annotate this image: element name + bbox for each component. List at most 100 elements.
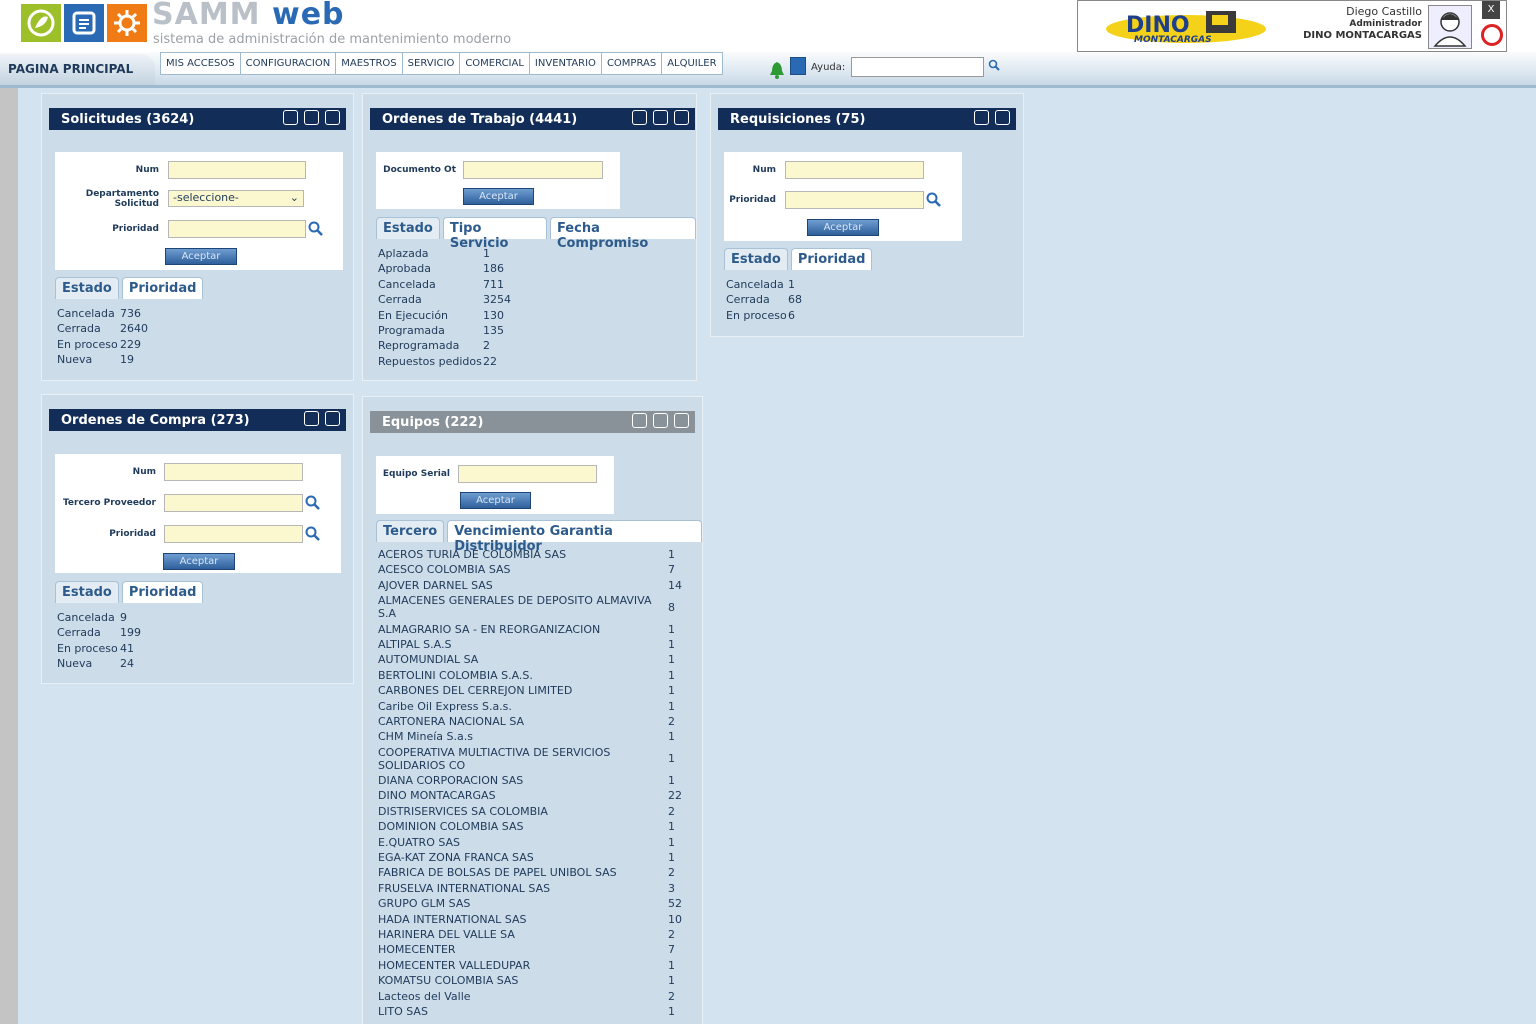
search-icon[interactable] [988, 59, 1000, 74]
equipo-serial-field[interactable] [458, 465, 597, 483]
tab-estado[interactable]: Estado [55, 581, 119, 603]
stat-label: Cancelada [57, 307, 115, 320]
search-icon[interactable] [305, 495, 321, 514]
menu-inventario[interactable]: INVENTARIO [530, 53, 602, 74]
minimize-icon[interactable] [325, 411, 340, 426]
menu-servicio[interactable]: SERVICIO [403, 53, 461, 74]
list-item: Reprogramada 2 [378, 338, 511, 353]
help-label: Ayuda: [811, 62, 846, 73]
aceptar-button[interactable]: Aceptar [460, 492, 531, 509]
aceptar-button[interactable]: Aceptar [463, 188, 534, 205]
stat-value: 130 [483, 308, 504, 322]
bell-icon[interactable] [769, 61, 785, 82]
user-role: Administrador [1349, 19, 1422, 29]
tercero-name: ALTIPAL S.A.S [378, 637, 452, 651]
list-item: En proceso 229 [57, 337, 148, 352]
document-icon[interactable] [64, 4, 104, 42]
search-icon[interactable] [926, 192, 942, 211]
list-item: Cerrada 2640 [57, 321, 148, 336]
menu-alquiler[interactable]: ALQUILER [662, 53, 721, 74]
prioridad-field[interactable] [168, 220, 306, 238]
equipo-serial-label: Equipo Serial [382, 469, 450, 479]
document-icon[interactable] [653, 110, 668, 125]
search-icon[interactable] [632, 110, 647, 125]
tercero-name: Caribe Oil Express S.a.s. [378, 699, 512, 713]
tab-prioridad[interactable]: Prioridad [121, 277, 204, 299]
document-icon[interactable] [653, 413, 668, 428]
menu-configuracion[interactable]: CONFIGURACION [241, 53, 337, 74]
search-icon[interactable] [974, 110, 989, 125]
stat-tabs: Estado Prioridad [724, 248, 873, 270]
num-field[interactable] [164, 463, 303, 481]
tab-tercero[interactable]: Tercero [376, 520, 445, 542]
minimize-icon[interactable] [325, 110, 340, 125]
menu-maestros[interactable]: MAESTROS [336, 53, 403, 74]
minimize-icon[interactable] [674, 413, 689, 428]
tab-fecha-compromiso[interactable]: Fecha Compromiso [549, 217, 696, 251]
search-icon[interactable] [305, 526, 321, 545]
tercero-count: 22 [668, 789, 682, 803]
stat-label: Cerrada [378, 293, 422, 307]
search-icon[interactable] [632, 413, 647, 428]
menu-comercial[interactable]: COMERCIAL [460, 53, 530, 74]
calculator-icon[interactable] [790, 57, 806, 75]
stat-label: Nueva [57, 657, 93, 671]
num-field[interactable] [785, 161, 924, 179]
documento-ot-field[interactable] [463, 161, 603, 179]
logout-icon[interactable] [1481, 24, 1503, 46]
tab-estado[interactable]: Estado [55, 277, 119, 299]
tab-estado[interactable]: Estado [376, 217, 440, 239]
prioridad-field[interactable] [785, 191, 924, 209]
table-row: Caribe Oil Express S.a.s. 1 [378, 700, 690, 713]
tab-pagina-principal[interactable]: PAGINA PRINCIPAL [0, 54, 155, 85]
tercero-count: 1 [668, 653, 675, 667]
stat-label: Reprogramada [378, 339, 460, 353]
prioridad-label: Prioridad [109, 529, 156, 539]
tercero-name: ACESCO COLOMBIA SAS [378, 563, 511, 577]
filter-form: Num Tercero Proveedor Prioridad Aceptar [55, 454, 341, 573]
tab-tipo-servicio[interactable]: Tipo Servicio [442, 217, 547, 251]
tab-prioridad[interactable]: Prioridad [790, 248, 873, 270]
search-icon[interactable] [308, 221, 324, 240]
tab-prioridad[interactable]: Prioridad [121, 581, 204, 603]
stat-label: En proceso [57, 337, 118, 351]
document-icon[interactable] [304, 110, 319, 125]
panel-tools [632, 110, 689, 125]
search-icon[interactable] [304, 411, 319, 426]
stat-tabs: Estado Tipo Servicio Fecha Compromiso [376, 217, 696, 251]
stat-label: En proceso [726, 308, 787, 322]
tercero-count: 1 [668, 1004, 675, 1018]
list-item: En proceso 41 [57, 641, 141, 656]
departamento-select[interactable]: -seleccione- ⌄ [168, 190, 304, 207]
aceptar-button[interactable]: Aceptar [165, 248, 237, 265]
help-search-input[interactable] [851, 57, 984, 77]
leaf-icon[interactable] [21, 4, 61, 42]
aceptar-button[interactable]: Aceptar [807, 219, 879, 236]
menu-mis-accesos[interactable]: MIS ACCESOS [161, 53, 241, 74]
list-item: En Ejecución 130 [378, 308, 511, 323]
chevron-down-icon: ⌄ [289, 191, 299, 204]
tercero-proveedor-field[interactable] [164, 494, 303, 512]
tercero-name: HOMECENTER [378, 943, 456, 957]
stat-value: 6 [788, 308, 795, 322]
tab-estado[interactable]: Estado [724, 248, 788, 270]
list-item: En proceso 6 [726, 308, 802, 323]
menu-compras[interactable]: COMPRAS [602, 53, 663, 74]
search-icon[interactable] [283, 110, 298, 125]
list-item: Cancelada 9 [57, 610, 141, 625]
close-button[interactable]: X [1482, 1, 1500, 19]
gear-icon[interactable] [107, 4, 147, 42]
stat-label: Cancelada [726, 278, 784, 291]
tab-vencimiento-garantia[interactable]: Vencimiento Garantia Distribuidor [447, 520, 702, 554]
avatar[interactable] [1428, 5, 1472, 49]
prioridad-field[interactable] [164, 525, 303, 543]
aceptar-button[interactable]: Aceptar [163, 553, 235, 570]
minimize-icon[interactable] [674, 110, 689, 125]
tercero-name: DOMINION COLOMBIA SAS [378, 820, 524, 834]
tercero-name: CARBONES DEL CERREJON LIMITED [378, 684, 573, 698]
minimize-icon[interactable] [995, 110, 1010, 125]
tercero-name: HADA INTERNATIONAL SAS [378, 912, 527, 926]
tercero-name: FABRICA DE BOLSAS DE PAPEL UNIBOL SAS [378, 866, 617, 880]
num-field[interactable] [168, 161, 306, 179]
panel-title-text: Requisiciones (75) [730, 112, 866, 127]
